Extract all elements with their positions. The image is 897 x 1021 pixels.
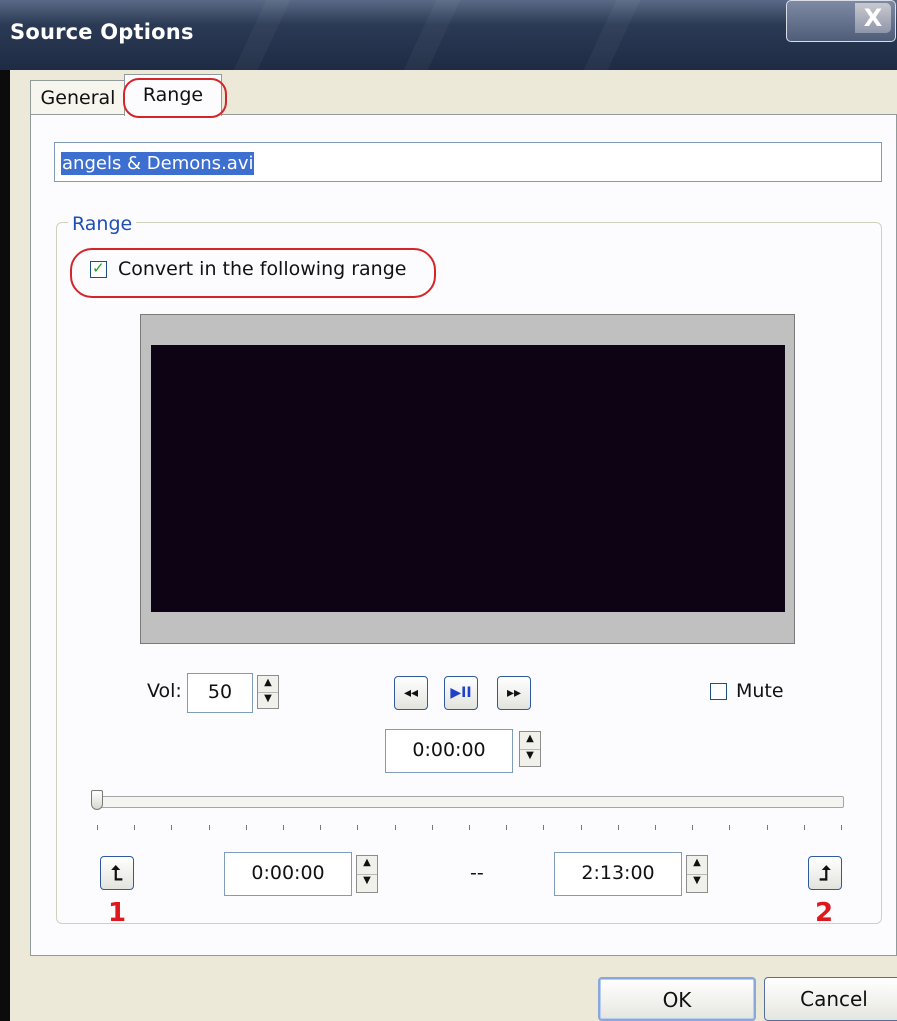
window-title: Source Options — [10, 20, 194, 44]
position-field[interactable]: 0:00:00 — [385, 729, 513, 773]
range-separator: -- — [470, 862, 484, 884]
rewind-icon: ◂◂ — [403, 685, 419, 701]
end-time-down-icon[interactable]: ▼ — [687, 874, 707, 892]
range-slider-track[interactable] — [96, 796, 844, 808]
volume-field[interactable]: 50 — [187, 673, 253, 713]
end-time-field[interactable]: 2:13:00 — [554, 852, 682, 896]
slider-tick — [841, 825, 842, 830]
slider-tick — [97, 825, 98, 830]
start-time-up-icon[interactable]: ▲ — [357, 856, 377, 875]
slider-tick — [655, 825, 656, 830]
mute-checkbox[interactable] — [710, 683, 727, 700]
cancel-button[interactable]: Cancel — [764, 977, 897, 1021]
slider-tick — [245, 825, 247, 830]
close-button[interactable]: X — [786, 0, 896, 42]
slider-tick — [208, 825, 210, 830]
position-value: 0:00:00 — [412, 739, 486, 761]
slider-tick — [171, 825, 173, 830]
file-name-value: angels & Demons.avi — [61, 152, 255, 175]
slider-tick — [692, 825, 694, 830]
start-time-spinner[interactable]: ▲ ▼ — [356, 855, 378, 893]
tab-general[interactable]: General — [30, 80, 126, 114]
mute-label[interactable]: Mute — [736, 680, 784, 702]
slider-tick — [283, 825, 284, 830]
volume-value: 50 — [207, 681, 233, 703]
vol-label: Vol: — [147, 680, 182, 702]
end-time-up-icon[interactable]: ▲ — [687, 856, 707, 875]
position-spinner[interactable]: ▲ ▼ — [519, 731, 541, 767]
range-slider-thumb[interactable] — [91, 790, 103, 810]
slider-tick — [469, 825, 470, 830]
play-pause-icon: ▶II — [450, 685, 472, 701]
file-name-field[interactable]: angels & Demons.avi — [54, 142, 882, 182]
forward-button[interactable]: ▸▸ — [497, 676, 531, 710]
start-time-field[interactable]: 0:00:00 — [224, 852, 352, 896]
arrow-up-right-icon: ⮥ — [819, 861, 831, 885]
end-time-spinner[interactable]: ▲ ▼ — [686, 855, 708, 893]
slider-tick — [357, 825, 359, 830]
slider-tick — [320, 825, 322, 830]
set-start-button[interactable]: ⮤ — [100, 856, 134, 890]
rewind-button[interactable]: ◂◂ — [394, 676, 428, 710]
slider-tick — [580, 825, 582, 830]
slider-tick — [506, 825, 508, 830]
slider-tick — [431, 825, 433, 830]
position-up-icon[interactable]: ▲ — [520, 732, 540, 750]
volume-up-icon[interactable]: ▲ — [258, 676, 278, 693]
slider-tick — [543, 825, 545, 830]
volume-spinner[interactable]: ▲ ▼ — [257, 675, 279, 709]
end-time-value: 2:13:00 — [581, 862, 655, 884]
annotation-label-1: 1 — [108, 898, 127, 928]
set-end-button[interactable]: ⮥ — [808, 856, 842, 890]
slider-tick — [766, 825, 768, 830]
convert-range-label[interactable]: Convert in the following range — [118, 258, 406, 280]
arrow-up-left-icon: ⮤ — [111, 861, 123, 885]
tab-range[interactable]: Range — [124, 74, 222, 116]
ok-button[interactable]: OK — [598, 977, 756, 1021]
slider-tick — [617, 825, 619, 830]
range-group-label: Range — [68, 213, 137, 235]
annotation-label-2: 2 — [815, 898, 834, 928]
video-preview-screen — [151, 345, 785, 612]
start-time-value: 0:00:00 — [251, 862, 325, 884]
title-bar: Source Options X — [0, 0, 897, 70]
slider-tick — [803, 825, 805, 830]
forward-icon: ▸▸ — [506, 685, 522, 701]
slider-tick — [394, 825, 396, 830]
position-down-icon[interactable]: ▼ — [520, 749, 540, 766]
source-options-dialog: Source Options X General Range angels & … — [0, 0, 897, 1021]
convert-range-checkbox[interactable] — [90, 259, 107, 278]
play-pause-button[interactable]: ▶II — [444, 676, 478, 710]
slider-tick — [134, 825, 136, 830]
slider-tick — [729, 825, 731, 830]
start-time-down-icon[interactable]: ▼ — [357, 874, 377, 892]
close-icon: X — [855, 3, 891, 33]
volume-down-icon[interactable]: ▼ — [258, 692, 278, 708]
